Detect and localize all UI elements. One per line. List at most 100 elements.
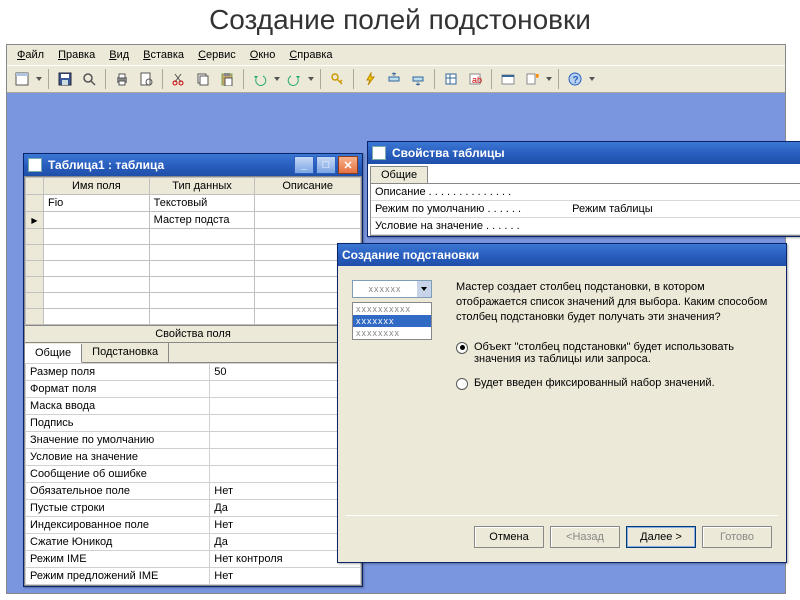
menu-правка[interactable]: Правка: [52, 47, 101, 63]
help-button[interactable]: ?: [564, 68, 586, 90]
menu-файл[interactable]: Файл: [11, 47, 50, 63]
prop-name: Маска ввода: [26, 398, 210, 415]
tab-lookup[interactable]: Подстановка: [82, 343, 169, 362]
prop-value[interactable]: [568, 218, 800, 235]
insert-rows-button[interactable]: [383, 68, 405, 90]
prop-name: Описание . . . . . . . . . . . . . .: [371, 184, 568, 201]
menu-справка[interactable]: Справка: [283, 47, 338, 63]
radio-icon: [456, 342, 468, 354]
window-title: Создание подстановки: [342, 248, 479, 262]
prop-name: Формат поля: [26, 381, 210, 398]
prop-name: Обязательное поле: [26, 483, 210, 500]
save-button[interactable]: [54, 68, 76, 90]
view-mode-button[interactable]: [11, 68, 33, 90]
db-window-button[interactable]: [497, 68, 519, 90]
cut-button[interactable]: [168, 68, 190, 90]
row-selector[interactable]: [26, 277, 44, 293]
wizard-buttons: Отмена <Назад Далее > Готово: [338, 516, 786, 562]
delete-rows-button[interactable]: [407, 68, 429, 90]
tab-general[interactable]: Общие: [370, 166, 428, 183]
tab-general[interactable]: Общие: [25, 344, 82, 363]
prop-name: Условие на значение: [26, 449, 210, 466]
page-title: Создание полей подстоновки: [0, 0, 800, 42]
prop-value[interactable]: Режим таблицы: [568, 201, 800, 218]
search-button[interactable]: [78, 68, 100, 90]
table-properties-window: Свойства таблицы ✕ Общие Описание . . . …: [367, 141, 800, 237]
undo-button[interactable]: [249, 68, 271, 90]
print-button[interactable]: [111, 68, 133, 90]
svg-text:ab: ab: [472, 75, 482, 85]
field-props-tabs: Общие Подстановка: [24, 343, 362, 363]
row-selector[interactable]: [26, 309, 44, 325]
field-desc-cell[interactable]: [255, 212, 361, 229]
row-selector[interactable]: [26, 229, 44, 245]
radio-label: Объект "столбец подстановки" будет испол…: [474, 341, 772, 365]
lightning-button[interactable]: [359, 68, 381, 90]
dropdown-icon[interactable]: [307, 77, 315, 81]
column-header[interactable]: Имя поля: [44, 178, 150, 195]
field-name-cell[interactable]: [44, 212, 150, 229]
menu-вид[interactable]: Вид: [103, 47, 135, 63]
cancel-button[interactable]: Отмена: [474, 526, 544, 548]
sample-listbox: xxxxxxxxxxxxxxxxxxxxxxxxx: [352, 302, 432, 340]
prop-name: Режим по умолчанию . . . . . .: [371, 201, 568, 218]
finish-button[interactable]: Готово: [702, 526, 772, 548]
app-window: ФайлПравкаВидВставкаСервисОкноСправка: [6, 44, 786, 594]
row-selector[interactable]: [26, 195, 44, 212]
svg-text:?: ?: [573, 75, 579, 86]
prop-name: Значение по умолчанию: [26, 432, 210, 449]
field-type-cell[interactable]: Текстовый: [149, 195, 255, 212]
titlebar[interactable]: Свойства таблицы ✕: [368, 142, 800, 164]
menu-сервис[interactable]: Сервис: [192, 47, 242, 63]
copy-button[interactable]: [192, 68, 214, 90]
menubar: ФайлПравкаВидВставкаСервисОкноСправка: [7, 45, 785, 65]
next-button[interactable]: Далее >: [626, 526, 696, 548]
lookup-wizard-dialog: Создание подстановки xxxxxx xxxxxxxxxxxx…: [337, 243, 787, 563]
menu-окно[interactable]: Окно: [244, 47, 282, 63]
radio-option-from-table[interactable]: Объект "столбец подстановки" будет испол…: [456, 341, 772, 365]
window-title: Таблица1 : таблица: [48, 158, 164, 172]
properties-button[interactable]: [440, 68, 462, 90]
titlebar[interactable]: Создание подстановки: [338, 244, 786, 266]
row-selector[interactable]: [26, 245, 44, 261]
prop-value[interactable]: [568, 184, 800, 201]
key-button[interactable]: [326, 68, 348, 90]
toolbar: ab ?: [7, 65, 785, 93]
maximize-button[interactable]: □: [316, 156, 336, 174]
field-name-cell[interactable]: Fio: [44, 195, 150, 212]
dropdown-icon[interactable]: [273, 77, 281, 81]
column-header[interactable]: Описание: [255, 178, 361, 195]
menu-вставка[interactable]: Вставка: [137, 47, 190, 63]
dropdown-icon[interactable]: [545, 77, 553, 81]
field-props-list[interactable]: Размер поля50Формат поляМаска вводаПодпи…: [24, 363, 362, 586]
new-object-button[interactable]: [521, 68, 543, 90]
back-button[interactable]: <Назад: [550, 526, 620, 548]
prop-name: Пустые строки: [26, 500, 210, 517]
prop-value[interactable]: Нет: [210, 568, 361, 585]
table-icon: [28, 158, 42, 172]
redo-button[interactable]: [283, 68, 305, 90]
dropdown-icon[interactable]: [588, 77, 596, 81]
prop-name: Режим IME: [26, 551, 210, 568]
column-header[interactable]: Тип данных: [149, 178, 255, 195]
row-selector[interactable]: [26, 261, 44, 277]
section-title: Свойства поля: [24, 326, 362, 343]
minimize-button[interactable]: _: [294, 156, 314, 174]
field-type-cell[interactable]: Мастер подста: [149, 212, 255, 229]
field-desc-cell[interactable]: [255, 195, 361, 212]
radio-option-fixed-values[interactable]: Будет введен фиксированный набор значени…: [456, 377, 772, 390]
field-grid[interactable]: Имя поляТип данныхОписание FioТекстовыйМа…: [24, 176, 362, 326]
wizard-illustration: xxxxxx xxxxxxxxxxxxxxxxxxxxxxxxx: [352, 280, 442, 511]
titlebar[interactable]: Таблица1 : таблица _ □ ✕: [24, 154, 362, 176]
row-selector[interactable]: [26, 212, 44, 229]
wizard-intro-text: Мастер создает столбец подстановки, в ко…: [456, 280, 772, 325]
prop-name: Сообщение об ошибке: [26, 466, 210, 483]
close-button[interactable]: ✕: [338, 156, 358, 174]
row-selector[interactable]: [26, 293, 44, 309]
dropdown-icon[interactable]: [35, 77, 43, 81]
print-preview-button[interactable]: [135, 68, 157, 90]
window-title: Свойства таблицы: [392, 146, 505, 160]
table-properties-list[interactable]: Описание . . . . . . . . . . . . . .Режи…: [370, 183, 800, 236]
builder-button[interactable]: ab: [464, 68, 486, 90]
paste-button[interactable]: [216, 68, 238, 90]
